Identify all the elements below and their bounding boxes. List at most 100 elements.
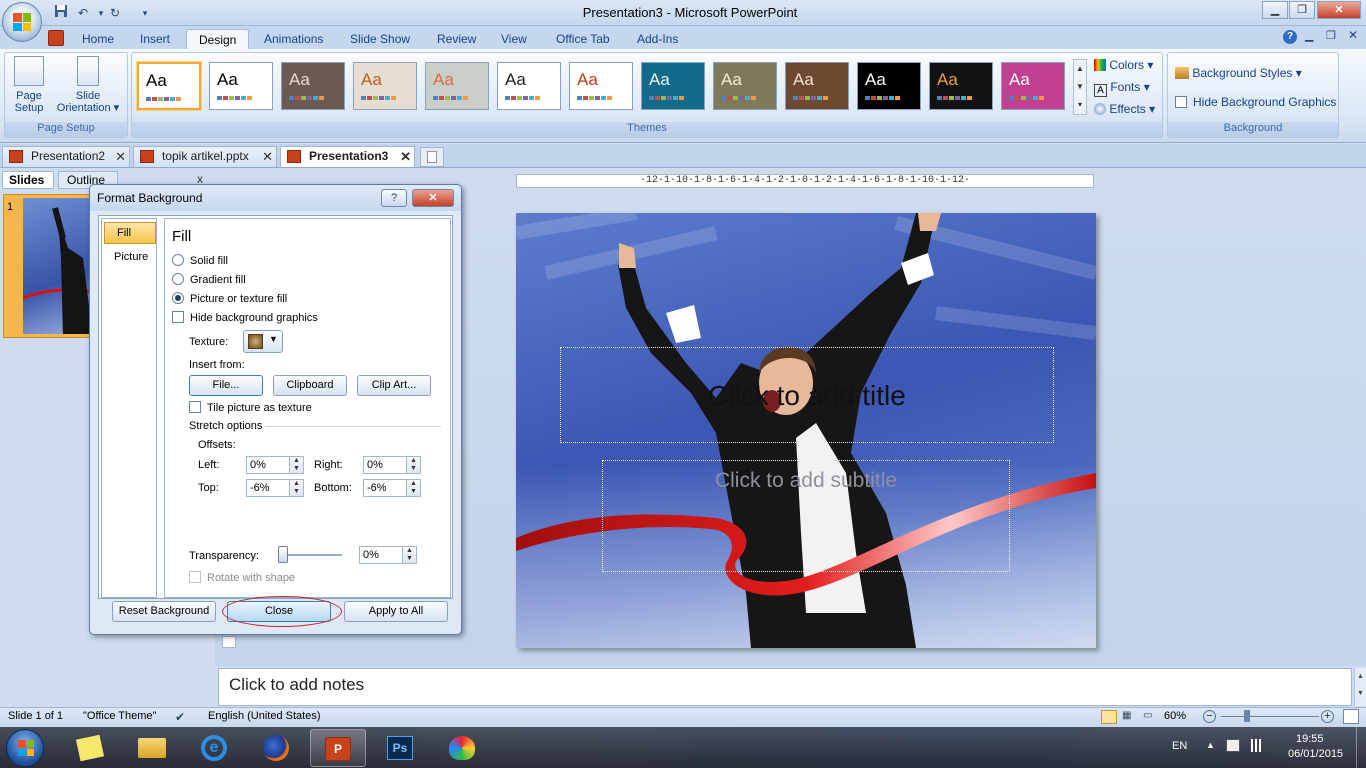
tab-view[interactable]: View [499,29,529,50]
doc-tab-close-icon[interactable]: ✕ [115,147,126,166]
tab-add-ins[interactable]: Add-Ins [635,29,680,50]
spinner-arrows-icon[interactable]: ▲ ▼ [406,457,420,473]
spell-check-icon[interactable]: ✔ [175,710,185,724]
input-language-indicator[interactable]: EN [1172,740,1187,752]
gradient-fill-radio[interactable]: Gradient fill [172,272,246,288]
hide-background-graphics-check[interactable]: Hide background graphics [172,310,318,326]
slide-sorter-view-icon[interactable]: ▦ [1122,710,1136,724]
ribbon-restore-icon[interactable]: ❐ [1326,29,1336,42]
taskbar-internet-explorer[interactable]: e [186,729,242,767]
doc-tab-topik-artikel[interactable]: topik artikel.pptx ✕ [133,146,277,167]
new-tab-button[interactable] [420,147,444,167]
texture-dropdown[interactable]: ▼ [243,330,283,353]
picture-texture-fill-radio[interactable]: Picture or texture fill [172,291,287,307]
nav-picture[interactable]: Picture [114,251,148,263]
help-icon[interactable]: ? [1283,30,1297,44]
notes-scrollbar[interactable]: ▲ ▼ [1354,668,1366,706]
clock-date[interactable]: 06/01/2015 [1288,748,1343,760]
nav-fill[interactable]: Fill [104,222,156,244]
tab-design[interactable]: Design [186,29,250,50]
slide-orientation-button[interactable]: Slide Orientation ▾ [52,56,124,114]
slide-show-view-icon[interactable]: ▭ [1143,710,1157,724]
theme-thumbnail[interactable]: Aa [425,62,489,110]
doc-tab-presentation3[interactable]: Presentation3 ✕ [280,146,415,167]
clipboard-button[interactable]: Clipboard [273,375,347,396]
apply-to-all-button[interactable]: Apply to All [344,601,448,622]
clip-art-button[interactable]: Clip Art... [357,375,431,396]
tile-picture-check[interactable]: Tile picture as texture [189,400,312,416]
tab-insert[interactable]: Insert [138,29,172,50]
ribbon-minimize-icon[interactable]: ▁ [1305,29,1313,42]
tab-animations[interactable]: Animations [262,29,325,50]
zoom-slider-track[interactable] [1221,716,1319,717]
top-offset-spinner[interactable]: -6% ▲ ▼ [246,479,304,497]
ribbon-close-icon[interactable]: ✕ [1348,28,1358,42]
doc-tab-close-icon[interactable]: ✕ [262,147,273,166]
spinner-arrows-icon[interactable]: ▲ ▼ [289,480,303,496]
theme-thumbnail[interactable]: Aa [713,62,777,110]
doc-tab-presentation2[interactable]: Presentation2 ✕ [2,146,130,167]
theme-thumbnail[interactable]: Aa [785,62,849,110]
subtitle-placeholder[interactable]: Click to add subtitle [602,460,1010,572]
redo-icon[interactable]: ↻ [106,4,124,22]
zoom-in-icon[interactable]: + [1321,710,1334,723]
spinner-arrows-icon[interactable]: ▲ ▼ [402,547,416,563]
colors-button[interactable]: Colors ▾ [1094,56,1153,74]
page-setup-button[interactable]: Page Setup [8,56,50,114]
themes-scroll[interactable]: ▲ ▼ ▾ [1073,59,1087,115]
action-center-icon[interactable] [1226,739,1240,752]
normal-view-icon[interactable] [1101,710,1117,724]
theme-thumbnail[interactable]: Aa [929,62,993,110]
office-button[interactable] [2,2,42,42]
solid-fill-radio[interactable]: Solid fill [172,253,228,269]
language-status[interactable]: English (United States) [208,710,321,722]
transparency-slider-thumb[interactable] [278,546,288,563]
theme-thumbnail[interactable]: Aa [497,62,561,110]
transparency-spinner[interactable]: 0% ▲ ▼ [359,546,417,564]
close-window-button[interactable]: ✕ [1317,1,1361,19]
tab-home[interactable]: Home [80,29,116,50]
slide-thumbnail[interactable] [23,198,93,334]
theme-thumbnail[interactable]: Aa [1001,62,1065,110]
theme-thumbnail[interactable]: Aa [569,62,633,110]
customize-qat-icon[interactable]: ▾ [136,4,154,22]
notes-pane[interactable]: Click to add notes [218,668,1352,706]
background-styles-button[interactable]: Background Styles ▾ [1175,64,1302,82]
effects-button[interactable]: Effects ▾ [1094,100,1155,118]
bottom-offset-spinner[interactable]: -6% ▲ ▼ [363,479,421,497]
zoom-slider-thumb[interactable] [1244,710,1250,722]
maximize-button[interactable]: ❐ [1289,1,1315,19]
taskbar-photoshop[interactable]: Ps [372,729,428,767]
transparency-slider-track[interactable] [280,554,342,556]
fonts-button[interactable]: A Fonts ▾ [1094,78,1150,97]
doc-tab-close-icon[interactable]: ✕ [400,147,411,166]
fit-to-window-icon[interactable] [1343,709,1359,724]
hide-background-graphics-checkbox[interactable]: Hide Background Graphics [1175,93,1336,111]
right-offset-spinner[interactable]: 0% ▲ ▼ [363,456,421,474]
theme-thumbnail[interactable]: Aa [209,62,273,110]
theme-thumbnail[interactable]: Aa [353,62,417,110]
spinner-arrows-icon[interactable]: ▲ ▼ [289,457,303,473]
taskbar-firefox[interactable] [248,729,304,767]
taskbar-sticky-notes[interactable] [62,729,118,767]
start-button[interactable] [6,729,44,767]
taskbar-paint[interactable] [434,729,490,767]
dialog-help-button[interactable]: ? [381,189,407,207]
reset-background-button[interactable]: Reset Background [112,601,216,622]
undo-icon[interactable]: ↶ [74,4,92,22]
taskbar-powerpoint[interactable]: P [310,729,366,767]
clock-time[interactable]: 19:55 [1296,733,1324,745]
theme-thumbnail[interactable]: Aa [857,62,921,110]
theme-thumbnail[interactable]: Aa [641,62,705,110]
zoom-level[interactable]: 60% [1164,710,1186,722]
network-signal-icon[interactable] [1248,739,1264,752]
left-offset-spinner[interactable]: 0% ▲ ▼ [246,456,304,474]
file-button[interactable]: File... [189,375,263,396]
spinner-arrows-icon[interactable]: ▲ ▼ [406,480,420,496]
dialog-close-x-button[interactable]: ✕ [412,189,454,207]
theme-thumbnail[interactable]: Aa [137,62,201,110]
tab-office-tab[interactable]: Office Tab [554,29,612,50]
tab-slide-show[interactable]: Slide Show [348,29,412,50]
theme-thumbnail[interactable]: Aa [281,62,345,110]
save-icon[interactable] [52,4,70,22]
